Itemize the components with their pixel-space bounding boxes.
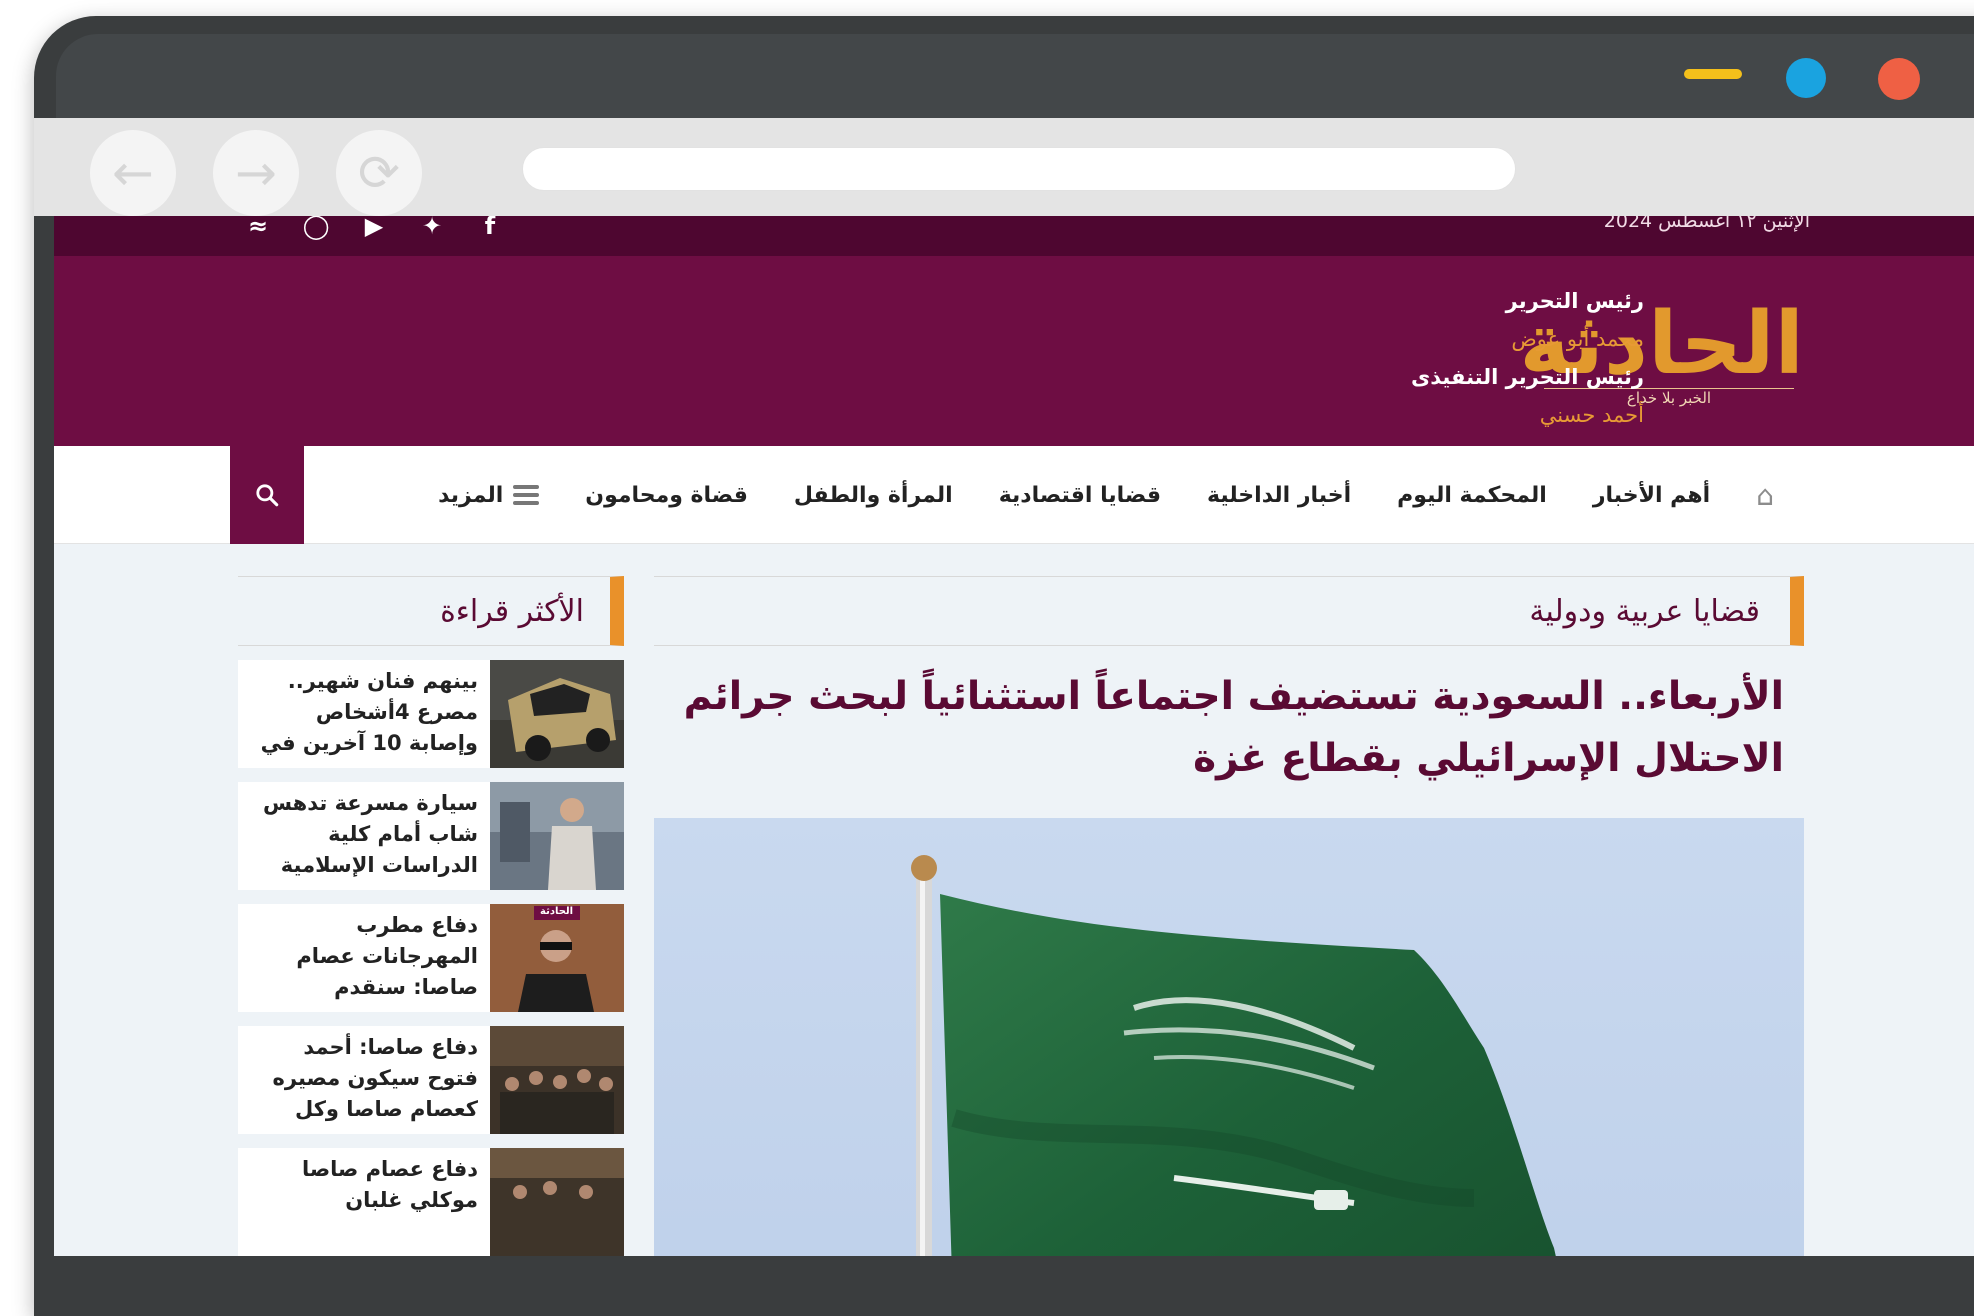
most-read-item[interactable]: الحادثة دفاع مطرب المهرجانات عصام صاصا: … bbox=[238, 904, 624, 1012]
item-thumbnail: الحادثة bbox=[490, 904, 624, 1012]
item-thumbnail bbox=[490, 1026, 624, 1134]
exec-editor-name: أحمد حسني bbox=[1539, 403, 1644, 427]
most-read-item[interactable]: سيارة مسرعة تدهس شاب أمام كلية الدراسات … bbox=[238, 782, 624, 890]
facebook-icon[interactable]: f bbox=[476, 216, 504, 240]
editor-name: محمد أبو عوض bbox=[1511, 327, 1644, 351]
most-read-title: الأكثر قراءة bbox=[440, 593, 584, 629]
item-title: سيارة مسرعة تدهس شاب أمام كلية الدراسات … bbox=[263, 791, 478, 877]
item-title: دفاع مطرب المهرجانات عصام صاصا: سنقدم bbox=[296, 913, 478, 999]
article-hero-image[interactable] bbox=[654, 818, 1804, 1256]
nav-item-court-today[interactable]: المحكمة اليوم bbox=[1397, 483, 1547, 508]
web-page: الإثنين ١٢ أغسطس 2024 ≈ ◯ ▶ ✦ f الحادثة … bbox=[54, 216, 1974, 1256]
nav-item-judges-lawyers[interactable]: قضاة ومحامون bbox=[585, 483, 748, 508]
youtube-icon[interactable]: ▶ bbox=[360, 216, 388, 240]
most-read-item[interactable]: بينهم فنان شهير.. مصرع 4أشخاص وإصابة 10 … bbox=[238, 660, 624, 768]
nav-item-top-news[interactable]: أهم الأخبار bbox=[1593, 483, 1710, 508]
item-title: دفاع صاصا: أحمد فتوح سيكون مصيره كعصام ص… bbox=[272, 1035, 479, 1121]
item-title: بينهم فنان شهير.. مصرع 4أشخاص وإصابة 10 … bbox=[260, 669, 478, 755]
twitter-icon[interactable]: ✦ bbox=[418, 216, 446, 240]
featured-article: قضايا عربية ودولية الأربعاء.. السعودية ت… bbox=[654, 576, 1804, 1256]
section-header[interactable]: قضايا عربية ودولية bbox=[654, 576, 1804, 646]
nav-item-interior-news[interactable]: أخبار الداخلية bbox=[1207, 483, 1351, 508]
close-button[interactable] bbox=[1878, 58, 1920, 100]
back-button[interactable]: ← bbox=[90, 130, 176, 216]
arrow-left-icon: ← bbox=[112, 144, 154, 202]
rss-icon[interactable]: ≈ bbox=[244, 216, 272, 240]
item-title: دفاع عصام صاصا موكلي غلبان bbox=[301, 1157, 478, 1212]
minimize-button[interactable] bbox=[1684, 69, 1742, 79]
instagram-icon[interactable]: ◯ bbox=[302, 216, 330, 240]
section-title: قضايا عربية ودولية bbox=[1529, 593, 1760, 629]
reload-icon: ⟳ bbox=[358, 144, 400, 202]
item-thumbnail bbox=[490, 1148, 624, 1256]
arrow-right-icon: → bbox=[235, 144, 277, 202]
search-button[interactable] bbox=[230, 446, 304, 544]
more-label: المزيد bbox=[438, 482, 504, 508]
nav-item-more[interactable]: المزيد bbox=[438, 481, 540, 509]
main-nav: ⌂ أهم الأخبار المحكمة اليوم أخبار الداخل… bbox=[54, 446, 1974, 544]
site-header: الحادثة الخبر بلا خداع رئيس التحرير محمد… bbox=[54, 256, 1974, 446]
social-links: ≈ ◯ ▶ ✦ f bbox=[244, 216, 504, 240]
maximize-button[interactable] bbox=[1786, 58, 1826, 98]
editor-role: رئيس التحرير bbox=[1505, 289, 1644, 313]
item-thumbnail bbox=[490, 782, 624, 890]
nav-item-economic-issues[interactable]: قضايا اقتصادية bbox=[999, 483, 1161, 508]
most-read-header: الأكثر قراءة bbox=[238, 576, 624, 646]
current-date: الإثنين ١٢ أغسطس 2024 bbox=[1603, 216, 1810, 232]
top-bar: الإثنين ١٢ أغسطس 2024 ≈ ◯ ▶ ✦ f bbox=[54, 216, 1974, 256]
menu-icon bbox=[513, 481, 540, 509]
most-read-sidebar: الأكثر قراءة بينهم فنان شهير.. مصرع 4أشخ… bbox=[238, 576, 624, 1256]
exec-editor-role: رئيس التحرير التنفيذى bbox=[1411, 365, 1644, 389]
nav-item-women-children[interactable]: المرأة والطفل bbox=[794, 483, 953, 508]
search-icon bbox=[256, 484, 279, 507]
item-thumbnail bbox=[490, 660, 624, 768]
reload-button[interactable]: ⟳ bbox=[336, 130, 422, 216]
thumbnail-badge: الحادثة bbox=[540, 906, 574, 917]
most-read-item[interactable]: دفاع عصام صاصا موكلي غلبان bbox=[238, 1148, 624, 1256]
most-read-item[interactable]: دفاع صاصا: أحمد فتوح سيكون مصيره كعصام ص… bbox=[238, 1026, 624, 1134]
home-icon[interactable]: ⌂ bbox=[1756, 479, 1774, 512]
forward-button[interactable]: → bbox=[213, 130, 299, 216]
article-headline[interactable]: الأربعاء.. السعودية تستضيف اجتماعاً استث… bbox=[654, 666, 1804, 790]
address-bar[interactable] bbox=[522, 147, 1516, 191]
editors-block: رئيس التحرير محمد أبو عوض رئيس التحرير ا… bbox=[1411, 282, 1644, 434]
